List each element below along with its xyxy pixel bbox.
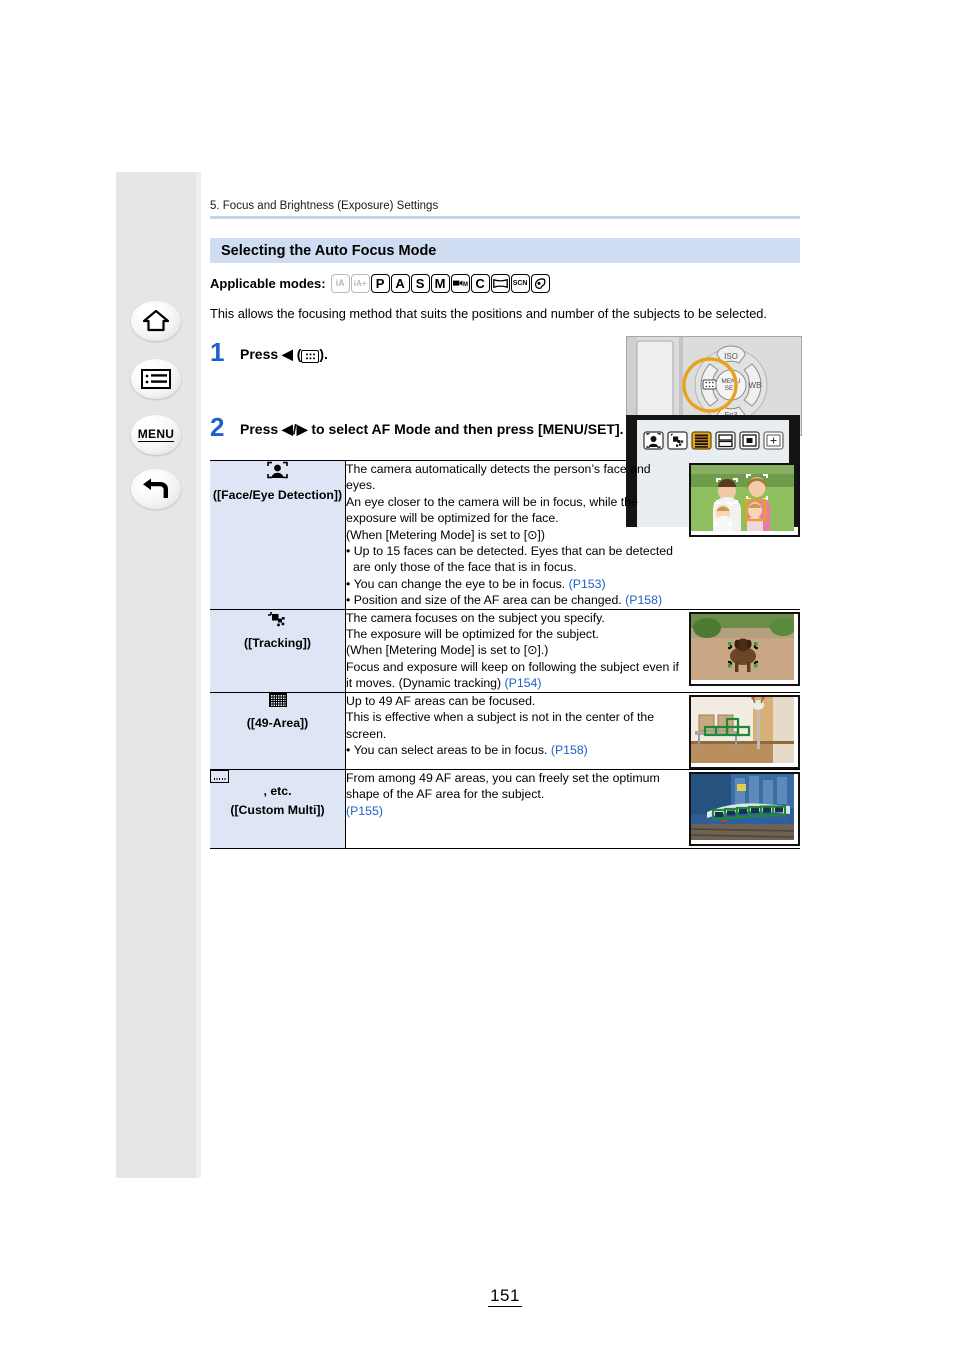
mode-icon-p: P [370, 274, 390, 293]
table-row: , etc. ([Custom Multi]) From among 49 AF… [210, 768, 800, 849]
page-title: Selecting the Auto Focus Mode [221, 242, 437, 259]
tracking-icon [210, 610, 345, 632]
screen-icon-1-area [739, 431, 760, 450]
desc-line: From among 49 AF areas, you can freely s… [346, 770, 660, 802]
desc-line: The camera automatically detects the per… [346, 462, 651, 493]
page-reference-link[interactable]: (P153) [569, 577, 606, 591]
desc-bullet: • You can select areas to be in focus. (… [346, 742, 588, 757]
row-custom-multi-icon-cell: , etc. ([Custom Multi]) [210, 768, 346, 849]
row-custom-multi-desc-cell: From among 49 AF areas, you can freely s… [345, 768, 800, 849]
breadcrumb-divider [210, 216, 800, 219]
intro-paragraph: This allows the focusing method that sui… [210, 306, 767, 321]
step-1-number: 1 [210, 337, 225, 367]
section-title-band: Selecting the Auto Focus Mode [210, 238, 800, 263]
breadcrumb: 5. Focus and Brightness (Exposure) Setti… [210, 200, 439, 212]
thumbnail-train-af-areas [689, 771, 800, 846]
af-mode-icon [301, 350, 320, 363]
menu-button[interactable]: MENU [127, 414, 185, 456]
screen-icon-tracking [667, 431, 688, 450]
desc-line: This is effective when a subject is not … [346, 710, 655, 741]
svg-text:ISO: ISO [724, 352, 738, 361]
row-49-area-desc-cell: Up to 49 AF areas can be focused. This i… [345, 691, 800, 770]
page-number: 151 [488, 1286, 522, 1307]
face-eye-detection-icon [210, 461, 345, 483]
home-button[interactable] [127, 300, 185, 342]
desc-line: Focus and exposure will keep on followin… [346, 659, 679, 691]
mode-icon-list: iA iA+ P A S M M C SCN [330, 274, 550, 293]
movie-m-icon: M [452, 280, 468, 288]
49-area-icon [210, 692, 345, 711]
row-label: ([Face/Eye Detection]) [212, 488, 343, 502]
custom-multi-icon-line: , etc. [210, 769, 345, 799]
step-1-text-after: ). [319, 346, 328, 362]
thumbnail-interior-af-areas [689, 694, 800, 769]
page-reference-link[interactable]: (P158) [551, 743, 588, 757]
row-face-eye-desc-cell: The camera automatically detects the per… [345, 460, 800, 610]
mode-icon-s: S [410, 274, 430, 293]
desc-line: The exposure will be optimized for the s… [346, 627, 599, 642]
row-tracking-icon-cell: ([Tracking]) [210, 608, 346, 693]
desc-bullet: • You can change the eye to be in focus.… [346, 576, 606, 591]
artistic-palette-icon [535, 277, 546, 289]
mode-icon-scn: SCN [510, 274, 530, 293]
table-row: ([Face/Eye Detection]) The camera automa… [210, 460, 800, 610]
desc-line: (When [Metering Mode] is set to [⊙]) [346, 527, 545, 542]
page-content: 5. Focus and Brightness (Exposure) Setti… [210, 200, 802, 1307]
desc-line: The camera focuses on the subject you sp… [346, 610, 605, 625]
menu-button-label: MENU [137, 427, 175, 442]
desc-line: (When [Metering Mode] is set to [⊙].) [346, 643, 549, 658]
desc-line: An eye closer to the camera will be in f… [346, 494, 638, 526]
mode-icon-m: M [430, 274, 450, 293]
contents-button[interactable] [127, 358, 185, 400]
navigation-sidebar: MENU [116, 172, 201, 1178]
desc-bullet: • Up to 15 faces can be detected. Eyes t… [346, 544, 673, 575]
mode-icon-ia-plus: iA+ [350, 274, 370, 293]
step-2-text: Press ◀/▶ to select AF Mode and then pre… [240, 421, 624, 437]
row-label: ([49-Area]) [246, 715, 309, 730]
table-row: ([49-Area]) Up to 49 AF areas can be foc… [210, 691, 800, 770]
row-label-suffix: , etc. [263, 783, 292, 798]
mode-icon-creative-video: M [450, 274, 470, 293]
af-mode-table: ([Face/Eye Detection]) The camera automa… [210, 460, 800, 849]
table-row: ([Tracking]) The camera focuses on the s… [210, 608, 800, 693]
mode-icon-creative-control [530, 274, 550, 293]
mode-icon-panorama [490, 274, 510, 293]
svg-text:WB: WB [749, 381, 762, 390]
mode-icon-a: A [390, 274, 410, 293]
home-icon [143, 310, 169, 332]
desc-bullet: • Position and size of the AF area can b… [346, 593, 663, 608]
step-2-number: 2 [210, 412, 225, 442]
row-label: ([Tracking]) [244, 635, 311, 650]
back-button[interactable] [127, 468, 185, 510]
back-arrow-icon [143, 478, 168, 498]
page-reference-link[interactable]: (P155) [346, 803, 683, 819]
step-1-text: Press ◀ (). [240, 340, 630, 365]
applicable-modes-row: Applicable modes: iA iA+ P A S M M C SCN [210, 274, 800, 293]
row-49-area-icon-cell: ([49-Area]) [210, 691, 346, 770]
page-reference-link[interactable]: (P158) [625, 593, 662, 607]
contents-list-icon [141, 369, 171, 389]
applicable-modes-label: Applicable modes: [210, 276, 326, 291]
screen-icon-face-eye [643, 431, 664, 450]
custom-multi-icon [210, 769, 229, 783]
screen-icon-custom-multi [715, 431, 736, 450]
desc-line: Up to 49 AF areas can be focused. [346, 693, 536, 708]
row-tracking-desc-cell: The camera focuses on the subject you sp… [345, 608, 800, 693]
thumbnail-dog-tracking [689, 611, 800, 686]
svg-text:MENU: MENU [721, 378, 740, 385]
row-label: ([Custom Multi]) [230, 802, 325, 817]
step-2: 2 Press ◀/▶ to select AF Mode and then p… [210, 412, 800, 527]
sidebar-edge-highlight [196, 172, 201, 1178]
thumbnail-family-portrait [689, 463, 800, 537]
screen-icon-pinpoint [763, 431, 784, 450]
mode-icon-ia: iA [330, 274, 350, 293]
svg-text:M: M [463, 282, 468, 288]
page-reference-link[interactable]: (P154) [505, 676, 542, 690]
screen-icon-49-area [691, 431, 712, 450]
panorama-icon [492, 279, 508, 288]
row-face-eye-icon-cell: ([Face/Eye Detection]) [210, 460, 346, 610]
step-1-text-before: Press ◀ ( [240, 346, 302, 362]
mode-icon-c: C [470, 274, 490, 293]
step-1: 1 Press ◀ (). ISO WB Fn3 [210, 336, 802, 436]
